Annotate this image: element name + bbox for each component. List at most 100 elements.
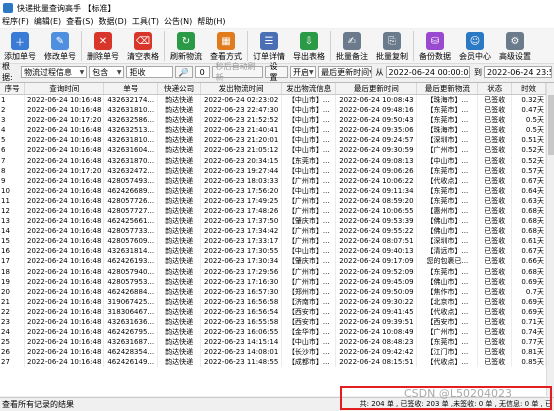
table-row[interactable]: 26 2022-06-24 10:16:48 462428354... 韵达快递 202…	[0, 347, 546, 358]
table-cell: 已签收	[477, 155, 513, 166]
from-date-input[interactable]: 2022-06-24 00:00:00▼	[385, 66, 470, 78]
table-row[interactable]: 10 2022-06-24 10:16:48 462426689... 韵达快递 202…	[0, 185, 546, 196]
column-header[interactable]: 时效	[511, 83, 546, 95]
menu-item[interactable]: 公告(N)	[162, 16, 195, 28]
table-cell: 432632472...	[103, 165, 159, 176]
filter-keyword-input[interactable]: 拒收	[126, 66, 173, 78]
app-icon	[3, 3, 13, 13]
table-row[interactable]: 9 2022-06-24 10:16:48 428057493... 韵达快递 2022…	[0, 175, 546, 186]
column-header[interactable]: 最后更新时间	[335, 83, 418, 95]
toolbar-button[interactable]: ✎ 修改单号	[40, 29, 80, 64]
column-header[interactable]: 最后更新物流	[416, 83, 479, 95]
toolbar-button[interactable]: ⚙ 高级设置	[495, 29, 535, 64]
table-cell: 2022-06-24 10:16:48	[24, 286, 105, 297]
table-cell: 【东莞市】...	[416, 115, 479, 126]
column-header[interactable]: 状态	[477, 83, 513, 95]
chevron-down-icon: ▼	[369, 69, 370, 76]
table-row[interactable]: 23 2022-06-24 10:16:48 432631636... 韵达快递 202…	[0, 316, 546, 328]
table-row[interactable]: 17 2022-06-24 10:16:48 462426193... 韵达快递 202…	[0, 256, 546, 267]
menu-item[interactable]: 程序(F)	[0, 16, 32, 28]
column-header[interactable]: 序号	[0, 83, 26, 95]
from-label: 从	[375, 67, 384, 77]
results-table: 序号 查询时间 单号 快递公司 发出物流时间 发出物流信息 最后更新时间 最后更新物流 状态 时效…	[0, 83, 546, 368]
table-cell: 韵达快递	[157, 195, 202, 206]
table-row[interactable]: 18 2022-06-24 10:16:48 428057940... 韵达快递 202…	[0, 266, 546, 277]
table-row[interactable]: 13 2022-06-24 10:16:48 462425661... 韵达快递 202…	[0, 216, 546, 227]
toolbar-button[interactable]: ☰ 订单详情	[249, 29, 289, 64]
toolbar-button[interactable]: ↻ 刷新物流	[166, 29, 206, 64]
table-cell: 17	[0, 256, 26, 267]
table-row[interactable]: 22 2022-06-24 10:16:48 318306467... 韵达快递 202…	[0, 306, 546, 317]
table-row[interactable]: 6 2022-06-24 10:16:48 432631604... 韵达快递 2022…	[0, 145, 546, 156]
column-header[interactable]: 发出物流时间	[200, 83, 283, 95]
search-button[interactable]: 🔎	[174, 66, 193, 78]
vertical-scrollbar[interactable]	[546, 83, 554, 396]
toolbar-button[interactable]: ⎘ 批量复制	[372, 29, 412, 64]
table-cell: 0.74天	[511, 327, 546, 338]
time-field-select[interactable]: 最后更新时间▼	[318, 66, 372, 78]
table-cell: 已签收	[477, 185, 513, 196]
table-cell: 0.52天	[511, 155, 546, 166]
to-date-input[interactable]: 2022-06-24 23:59:59	[483, 66, 552, 78]
table-cell: 0.69天	[511, 296, 546, 307]
table-row[interactable]: 8 2022-06-24 10:17:20 432632472... 韵达快递 2022…	[0, 165, 546, 176]
filter-field-select[interactable]: 物流过程信息 ▼	[21, 66, 88, 78]
settings-button[interactable]: 设置	[265, 62, 289, 82]
table-row[interactable]: 19 2022-06-24 10:16:48 428057953... 韵达快递 202…	[0, 276, 546, 287]
table-row[interactable]: 20 2022-06-24 10:16:48 462426884... 韵达快递 202…	[0, 286, 546, 297]
table-cell: 5	[0, 135, 26, 146]
table-cell: 2022-06-24 10:16:48	[24, 105, 105, 116]
menu-item[interactable]: 编辑(E)	[32, 16, 64, 28]
toolbar-button-icon: ＋	[11, 32, 29, 50]
table-row[interactable]: 15 2022-06-24 10:16:48 428057609... 韵达快递 202…	[0, 236, 546, 247]
table-cell: 【广州市】...	[281, 205, 337, 217]
table-row[interactable]: 11 2022-06-24 10:16:48 428057726... 韵达快递 202…	[0, 195, 546, 206]
menu-item[interactable]: 查看(S)	[64, 16, 96, 28]
table-cell: 2022-06-23 16:55:58	[200, 316, 283, 328]
filter-op-select[interactable]: 包含 ▼	[89, 66, 125, 78]
filter-keyword-value: 拒收	[129, 67, 146, 77]
toolbar-button[interactable]: ✕ 删除单号	[83, 29, 123, 64]
toolbar-button[interactable]: ⌫ 清空表格	[123, 29, 163, 64]
toolbar-button[interactable]: ⇩ 导出表格	[289, 29, 329, 64]
scrollbar-thumb[interactable]	[548, 95, 554, 155]
table-row[interactable]: 3 2022-06-24 10:17:20 432632586... 韵达快递 2022…	[0, 115, 546, 126]
table-row[interactable]: 12 2022-06-24 10:16:48 428057727... 韵达快递 202…	[0, 205, 546, 217]
toolbar-button[interactable]: ▦ 查看方式	[206, 29, 246, 64]
menu-item[interactable]: 数据(D)	[96, 16, 129, 28]
toolbar-button[interactable]: ☺ 会员中心	[455, 29, 495, 64]
table-cell: 2022-06-23 16:56:58	[200, 296, 283, 307]
column-header[interactable]: 发出物流信息	[281, 83, 337, 95]
table-row[interactable]: 16 2022-06-24 10:16:48 432631814... 韵达快递 202…	[0, 246, 546, 257]
toolbar-button[interactable]: ✍ 批量备注	[332, 29, 372, 64]
table-cell: 2022-06-23 17:33:17	[200, 236, 283, 247]
table-row[interactable]: 4 2022-06-24 10:16:48 432632513... 韵达快递 2022…	[0, 125, 546, 136]
refresh-seconds-input[interactable]: 0	[194, 66, 210, 78]
table-row[interactable]: 25 2022-06-24 10:16:48 432631687... 韵达快递 202…	[0, 337, 546, 348]
table-cell: 428057493...	[103, 175, 159, 186]
menu-item[interactable]: 工具(T)	[130, 16, 162, 28]
menu-item[interactable]: 帮助(H)	[195, 16, 228, 28]
table-row[interactable]: 27 2022-06-24 10:16:48 462426149... 韵达快递 202…	[0, 357, 546, 368]
table-row[interactable]: 24 2022-06-24 10:16:48 462426795... 韵达快递 202…	[0, 327, 546, 338]
table-row[interactable]: 14 2022-06-24 10:16:48 428057733... 韵达快递 202…	[0, 226, 546, 237]
table-cell: 15	[0, 236, 26, 247]
mode-select[interactable]: 开启 ▼	[290, 66, 317, 78]
table-row[interactable]: 2 2022-06-24 10:16:48 432631810... 韵达快递 2022…	[0, 105, 546, 116]
table-cell: 已签收	[477, 145, 513, 156]
auto-refresh-button[interactable]: 秒后自动刷新	[211, 62, 264, 82]
table-cell: 【东莞市】...	[416, 165, 479, 176]
toolbar-button[interactable]: ＋添加单号	[0, 29, 40, 64]
table-row[interactable]: 7 2022-06-24 10:16:48 432631870... 韵达快递 2022…	[0, 155, 546, 166]
column-header[interactable]: 查询时间	[24, 83, 105, 95]
table-cell: 【焦作市】...	[416, 286, 479, 297]
table-cell: 2022-06-24 08:15:51	[335, 357, 418, 368]
table-cell: 韵达快递	[157, 347, 202, 358]
column-header[interactable]: 快递公司	[157, 83, 202, 95]
table-row[interactable]: 21 2022-06-24 10:16:48 319067425... 韵达快递 202…	[0, 296, 546, 307]
table-cell: 2022-06-24 09:39:51	[335, 316, 418, 328]
toolbar-button[interactable]: ⛁ 备份数据	[415, 29, 455, 64]
table-row[interactable]: 1 2022-06-24 10:16:48 432632174... 韵达快递 2022…	[0, 94, 546, 105]
table-row[interactable]: 5 2022-06-24 10:16:48 432631810... 韵达快递 2022…	[0, 135, 546, 146]
column-header[interactable]: 单号	[103, 83, 159, 95]
